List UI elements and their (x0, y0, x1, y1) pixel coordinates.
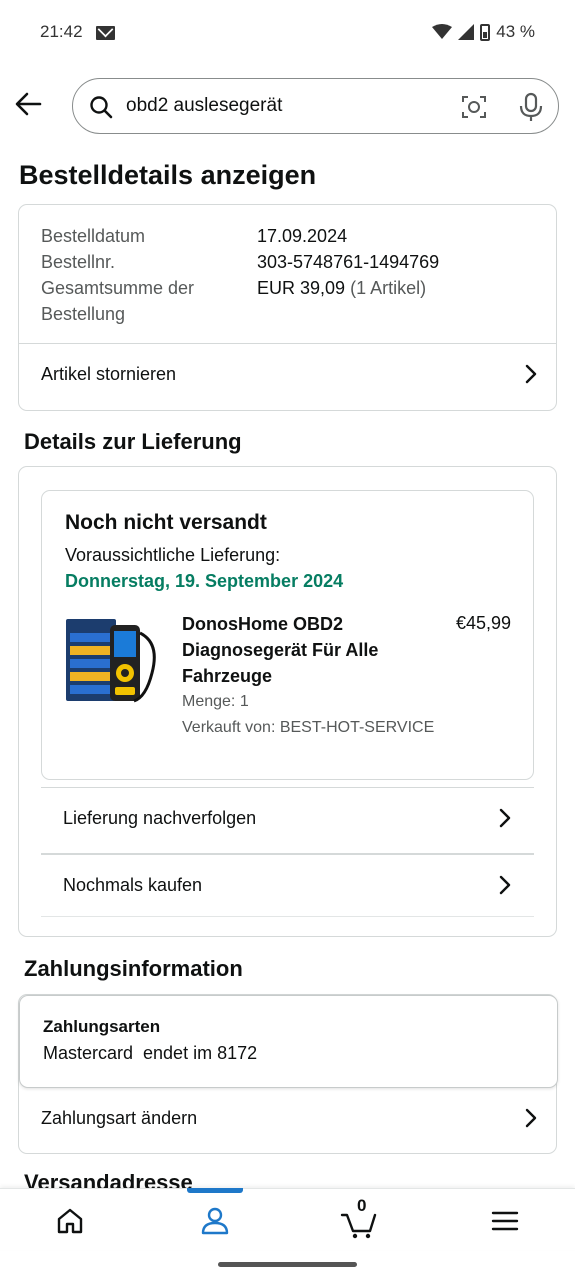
account-icon[interactable] (195, 1201, 235, 1241)
order-number-label: Bestellnr. (41, 252, 116, 272)
wifi-icon (432, 24, 453, 39)
expected-delivery-date: Donnerstag, 19. September 2024 (65, 571, 344, 591)
home-icon[interactable] (50, 1201, 90, 1241)
microphone-icon[interactable] (518, 92, 544, 122)
order-summary-card: Bestelldatum 17.09.2024 Bestellnr. 303-5… (18, 204, 557, 411)
camera-search-icon[interactable] (461, 94, 487, 120)
order-total-amount: EUR 39,09 (257, 278, 346, 298)
status-time: 21:42 (40, 22, 83, 41)
shipment-box: Noch nicht versandt Voraussichtliche Lie… (41, 490, 534, 780)
product-price: €45,99 (455, 613, 511, 633)
order-number-value: 303-5748761-1494769 (257, 252, 440, 272)
chevron-right-icon (499, 808, 511, 828)
chevron-right-icon (525, 364, 537, 384)
change-payment-row[interactable]: Zahlungsart ändern (19, 1088, 556, 1154)
back-arrow-icon[interactable] (14, 90, 42, 118)
product-seller: Verkauft von: BEST-HOT-SERVICE (182, 719, 435, 736)
change-payment-label: Zahlungsart ändern (41, 1108, 198, 1128)
search-query: obd2 auslesegerät (126, 95, 283, 116)
cancel-items-label: Artikel stornieren (41, 364, 177, 384)
payment-card: Zahlungsarten Mastercard endet im 8172 Z… (18, 994, 558, 1154)
product-image[interactable] (64, 613, 162, 707)
order-date-label: Bestelldatum (41, 226, 146, 246)
status-icons: 43 % (432, 22, 535, 42)
product-name-link[interactable]: DonosHome OBD2 Diagnosegerät Für Alle Fa… (182, 611, 422, 689)
gesture-bar[interactable] (218, 1262, 357, 1267)
track-delivery-row[interactable]: Lieferung nachverfolgen (41, 787, 534, 851)
menu-icon[interactable] (485, 1201, 525, 1241)
battery-icon (480, 23, 491, 41)
page-title: Bestelldetails anzeigen (19, 160, 317, 190)
chevron-right-icon (525, 1108, 537, 1128)
order-total-label: Gesamtsumme der Bestellung (41, 278, 195, 324)
payment-section-title: Zahlungsinformation (24, 956, 243, 981)
payment-methods-box: Zahlungsarten Mastercard endet im 8172 (19, 995, 558, 1088)
expected-delivery-label: Voraussichtliche Lieferung: (65, 545, 281, 565)
active-tab-indicator (187, 1188, 243, 1193)
order-date-value: 17.09.2024 (257, 226, 348, 246)
mail-icon (96, 26, 115, 40)
shipping-address-section-title: Versandadresse (24, 1170, 193, 1188)
shipment-status: Noch nicht versandt (65, 511, 267, 534)
search-icon (90, 96, 113, 119)
order-item-count: (1 Artikel) (350, 278, 427, 298)
delivery-section-title: Details zur Lieferung (24, 429, 242, 454)
search-header: obd2 auslesegerät (0, 76, 575, 136)
payment-method-value: Mastercard endet im 8172 (43, 1043, 258, 1063)
cart-count: 0 (357, 1196, 367, 1215)
signal-icon (458, 24, 475, 40)
chevron-right-icon (499, 875, 511, 895)
product-quantity: Menge: 1 (182, 693, 249, 710)
search-input[interactable]: obd2 auslesegerät (72, 78, 559, 134)
buy-again-row[interactable]: Nochmals kaufen (41, 853, 534, 917)
order-total-value: EUR 39,09 (1 Artikel) (257, 275, 426, 301)
cancel-items-row[interactable]: Artikel stornieren (19, 344, 556, 406)
track-delivery-label: Lieferung nachverfolgen (63, 808, 257, 828)
cart-button[interactable]: 0 (340, 1196, 380, 1241)
battery-level: 43 % (496, 22, 535, 41)
buy-again-label: Nochmals kaufen (63, 875, 203, 895)
bottom-nav: 0 (0, 1188, 575, 1250)
status-bar: 21:42 43 % (0, 0, 575, 64)
payment-methods-label: Zahlungsarten (43, 1017, 161, 1036)
delivery-card: Noch nicht versandt Voraussichtliche Lie… (18, 466, 557, 937)
